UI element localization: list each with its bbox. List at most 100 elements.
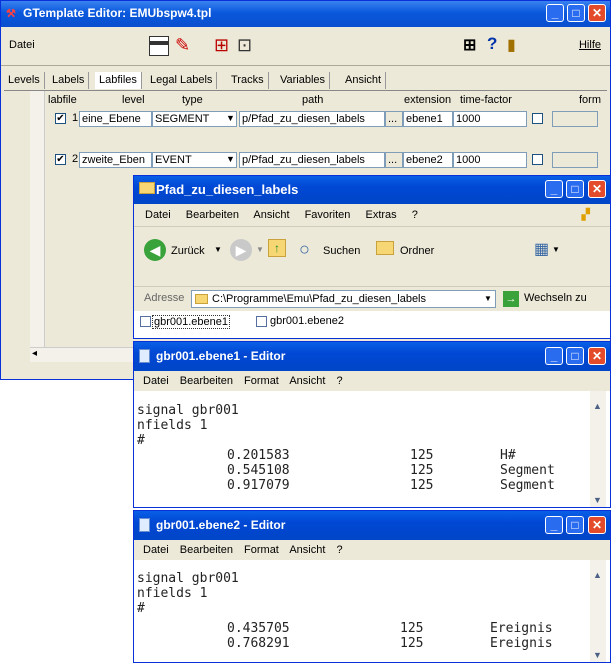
editor2-title: gbr001.ebene2 - Editor: [156, 518, 286, 532]
new-template-icon[interactable]: [149, 36, 169, 56]
level-field[interactable]: eine_Ebene: [79, 111, 152, 127]
search-button[interactable]: Suchen: [323, 245, 360, 257]
menu-bearbeiten[interactable]: Bearbeiten: [186, 209, 239, 221]
scroll-left-icon[interactable]: ◂: [32, 348, 37, 359]
menu-format[interactable]: Format: [244, 544, 279, 556]
browse-button[interactable]: ...: [385, 111, 403, 127]
data-value: 0.768291: [227, 636, 290, 651]
forward-arrow-icon[interactable]: ▶: [230, 239, 252, 261]
explorer-titlebar[interactable]: Pfad_zu_diesen_labels _ □ ✕: [134, 176, 610, 204]
up-folder-icon[interactable]: ↑: [268, 239, 286, 257]
menu-format[interactable]: Format: [244, 375, 279, 387]
menu-bearbeiten[interactable]: Bearbeiten: [180, 375, 233, 387]
editor1-text-area[interactable]: signal gbr001 nfields 1 # 0.201583 125 H…: [134, 391, 590, 507]
maximize-button[interactable]: □: [566, 347, 584, 365]
close-button[interactable]: ✕: [588, 516, 606, 534]
close-button[interactable]: ✕: [588, 4, 606, 22]
minimize-button[interactable]: _: [545, 347, 563, 365]
scroll-up-icon[interactable]: ▲: [593, 570, 602, 580]
editor1-titlebar[interactable]: gbr001.ebene1 - Editor _ □ ✕: [134, 342, 610, 371]
form-field[interactable]: [552, 111, 598, 127]
menu-ansicht[interactable]: Ansicht: [253, 209, 289, 221]
menu-help[interactable]: ?: [336, 375, 342, 387]
menu-datei[interactable]: Datei: [143, 375, 169, 387]
menu-datei[interactable]: Datei: [9, 39, 35, 51]
back-arrow-icon[interactable]: ◀: [144, 239, 166, 261]
folders-button[interactable]: Ordner: [400, 245, 434, 257]
browse-button[interactable]: ...: [385, 152, 403, 168]
editor1-vertical-scrollbar[interactable]: ▲ ▼: [590, 391, 606, 507]
form-checkbox[interactable]: [532, 154, 543, 165]
back-button[interactable]: Zurück: [171, 245, 205, 257]
time-factor-field[interactable]: 1000: [453, 111, 527, 127]
close-button[interactable]: ✕: [588, 180, 606, 198]
path-field[interactable]: p/Pfad_zu_diesen_labels: [239, 111, 385, 127]
col-type: type: [182, 94, 203, 106]
scroll-down-icon[interactable]: ▼: [593, 495, 602, 505]
menu-datei[interactable]: Datei: [143, 544, 169, 556]
tab-legal-labels[interactable]: Legal Labels: [146, 72, 218, 89]
menu-ansicht[interactable]: Ansicht: [289, 375, 325, 387]
menu-help[interactable]: ?: [336, 544, 342, 556]
minimize-button[interactable]: _: [545, 516, 563, 534]
views-dropdown-icon[interactable]: ▼: [552, 245, 560, 254]
menu-bearbeiten[interactable]: Bearbeiten: [180, 544, 233, 556]
tab-ansicht[interactable]: Ansicht: [341, 72, 387, 89]
menu-hilfe[interactable]: Hilfe: [579, 39, 601, 51]
path-field[interactable]: p/Pfad_zu_diesen_labels: [239, 152, 385, 168]
row-checkbox[interactable]: ✔: [55, 113, 66, 124]
edit-template-icon[interactable]: ✎: [175, 35, 190, 56]
go-button[interactable]: Wechseln zu: [524, 292, 587, 304]
tab-labfiles[interactable]: Labfiles: [95, 72, 142, 89]
exit-icon[interactable]: ▮: [507, 35, 516, 55]
file-item-ebene1[interactable]: gbr001.ebene1: [152, 315, 231, 329]
maximize-button[interactable]: □: [566, 516, 584, 534]
back-dropdown-icon[interactable]: ▼: [214, 245, 222, 254]
help-icon[interactable]: ?: [487, 34, 497, 54]
address-dropdown-icon[interactable]: ▼: [484, 294, 492, 303]
tab-levels[interactable]: Levels: [4, 72, 45, 89]
maximize-button[interactable]: □: [566, 180, 584, 198]
scroll-down-icon[interactable]: ▼: [593, 650, 602, 660]
editor2-vertical-scrollbar[interactable]: ▲ ▼: [590, 560, 606, 662]
gtemplate-titlebar[interactable]: ⚒ GTemplate Editor: EMUbspw4.tpl _ □ ✕: [1, 1, 610, 27]
address-field[interactable]: C:\Programme\Emu\Pfad_zu_diesen_labels: [191, 290, 496, 308]
menu-datei[interactable]: Datei: [145, 209, 171, 221]
menu-help[interactable]: ?: [412, 209, 418, 221]
text-line: nfields 1: [137, 586, 208, 601]
scroll-up-icon[interactable]: ▲: [593, 401, 602, 411]
views-icon[interactable]: ▦: [534, 239, 549, 259]
menu-favoriten[interactable]: Favoriten: [305, 209, 351, 221]
form-checkbox[interactable]: [532, 113, 543, 124]
tab-variables[interactable]: Variables: [276, 72, 331, 89]
forward-dropdown-icon[interactable]: ▼: [256, 245, 264, 254]
type-select[interactable]: SEGMENT: [152, 111, 237, 127]
form-field[interactable]: [552, 152, 598, 168]
close-button[interactable]: ✕: [588, 347, 606, 365]
editor2-titlebar[interactable]: gbr001.ebene2 - Editor _ □ ✕: [134, 511, 610, 540]
maximize-button[interactable]: □: [567, 4, 585, 22]
minimize-button[interactable]: _: [546, 4, 564, 22]
level-field[interactable]: zweite_Eben: [79, 152, 152, 168]
folders-icon[interactable]: [376, 241, 394, 255]
time-factor-field[interactable]: 1000: [453, 152, 527, 168]
minimize-button[interactable]: _: [545, 180, 563, 198]
type-dropdown-icon[interactable]: ▼: [226, 154, 235, 164]
tab-labels[interactable]: Labels: [48, 72, 90, 89]
file-item-ebene2[interactable]: gbr001.ebene2: [270, 315, 344, 327]
menu-ansicht[interactable]: Ansicht: [289, 544, 325, 556]
editor2-text-area[interactable]: signal gbr001 nfields 1 # 0.435705 125 E…: [134, 560, 590, 662]
search-icon[interactable]: ○: [299, 239, 310, 260]
go-arrow-icon[interactable]: →: [503, 291, 519, 307]
row-checkbox[interactable]: ✔: [55, 154, 66, 165]
extension-field[interactable]: ebene1: [403, 111, 453, 127]
export-icon[interactable]: ⊡: [237, 35, 252, 56]
extension-field[interactable]: ebene2: [403, 152, 453, 168]
menu-extras[interactable]: Extras: [365, 209, 396, 221]
grid-vertical-scrollbar[interactable]: [30, 91, 45, 356]
tab-tracks[interactable]: Tracks: [227, 72, 269, 89]
database-icon[interactable]: ⊞: [463, 35, 476, 55]
type-dropdown-icon[interactable]: ▼: [226, 113, 235, 123]
split-icon[interactable]: ⊞: [214, 35, 229, 56]
type-select[interactable]: EVENT: [152, 152, 237, 168]
